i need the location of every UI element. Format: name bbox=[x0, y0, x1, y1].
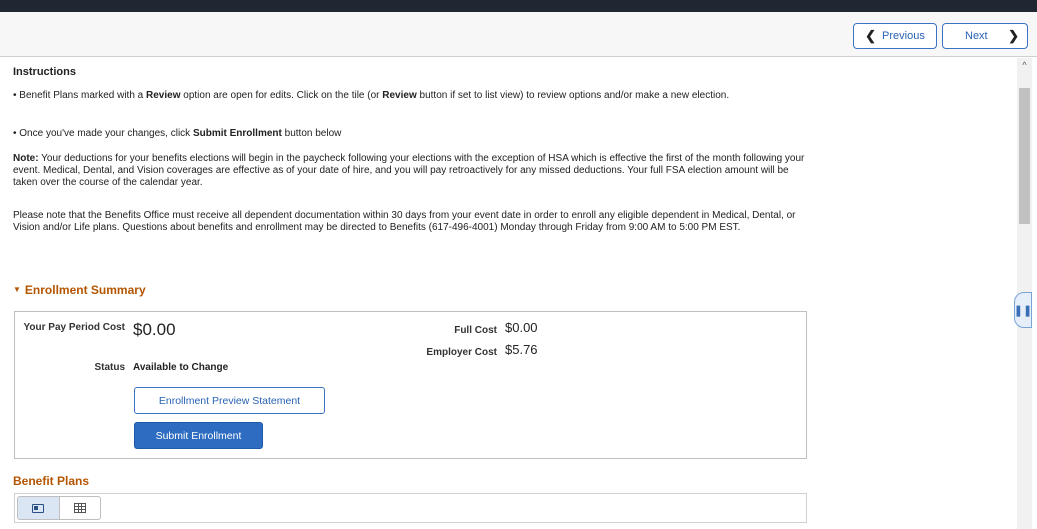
status-label: Status bbox=[94, 362, 125, 373]
employer-cost-label: Employer Cost bbox=[426, 347, 497, 358]
pay-period-cost-value: $0.00 bbox=[133, 320, 176, 339]
instruction-bullet-submit: • Once you've made your changes, click S… bbox=[13, 128, 813, 140]
list-view-button[interactable] bbox=[60, 497, 101, 519]
full-cost-label: Full Cost bbox=[454, 325, 497, 336]
main-content: Instructions • Benefit Plans marked with… bbox=[0, 58, 1016, 529]
chevron-left-icon: ❮ bbox=[865, 28, 877, 43]
tile-view-button[interactable] bbox=[18, 497, 60, 519]
scrollbar-thumb[interactable] bbox=[1019, 88, 1030, 224]
grid-view-icon bbox=[73, 503, 86, 513]
text: option are open for edits. Click on the … bbox=[180, 90, 383, 101]
previous-label: Previous bbox=[882, 30, 925, 42]
deductions-note: Note: Your deductions for your benefits … bbox=[13, 153, 813, 189]
text-bold: Submit Enrollment bbox=[192, 128, 282, 139]
pay-period-cost-label: Your Pay Period Cost bbox=[23, 322, 125, 333]
status-value: Available to Change bbox=[133, 362, 229, 373]
submit-enrollment-button[interactable]: Submit Enrollment bbox=[134, 422, 263, 449]
enrollment-summary-panel: Your Pay Period Cost $0.00 Status Availa… bbox=[14, 311, 807, 459]
enrollment-summary-toggle[interactable]: ▼ Enrollment Summary bbox=[13, 284, 146, 296]
enrollment-summary-title: Enrollment Summary bbox=[24, 283, 146, 297]
tile-view-icon bbox=[32, 503, 45, 513]
text: button if set to list view) to review op… bbox=[416, 90, 730, 101]
employer-cost-value: $5.76 bbox=[505, 342, 538, 357]
page-header: ❮ Previous Next ❯ bbox=[0, 12, 1037, 57]
side-panel-toggle[interactable]: ❚❚ bbox=[1014, 292, 1032, 328]
next-label: Next bbox=[965, 30, 988, 42]
note-label: Note: bbox=[13, 153, 39, 164]
top-bar bbox=[0, 0, 1037, 12]
text-bold: Review bbox=[146, 90, 181, 101]
caret-down-icon: ▼ bbox=[13, 285, 21, 294]
pause-icon: ❚❚ bbox=[1013, 304, 1033, 317]
text: • Benefit Plans marked with a bbox=[13, 90, 147, 101]
benefit-plans-view-bar bbox=[14, 493, 807, 523]
view-toggle-group bbox=[17, 496, 101, 520]
next-button[interactable]: Next ❯ bbox=[942, 23, 1028, 49]
text-bold: Review bbox=[382, 90, 417, 101]
note-text: Your deductions for your benefits electi… bbox=[13, 153, 805, 188]
previous-button[interactable]: ❮ Previous bbox=[853, 23, 937, 49]
text: button below bbox=[281, 128, 342, 139]
instruction-bullet-review: • Benefit Plans marked with a Review opt… bbox=[13, 90, 813, 102]
benefit-plans-title: Benefit Plans bbox=[13, 474, 90, 488]
chevron-right-icon: ❯ bbox=[1008, 28, 1019, 43]
dependent-documentation-note: Please note that the Benefits Office mus… bbox=[13, 210, 796, 233]
enrollment-preview-statement-button[interactable]: Enrollment Preview Statement bbox=[134, 387, 325, 414]
scroll-up-arrow-icon[interactable]: ^ bbox=[1017, 58, 1032, 72]
instructions-heading: Instructions bbox=[13, 66, 76, 78]
text: • Once you've made your changes, click bbox=[13, 128, 193, 139]
full-cost-value: $0.00 bbox=[505, 320, 538, 335]
